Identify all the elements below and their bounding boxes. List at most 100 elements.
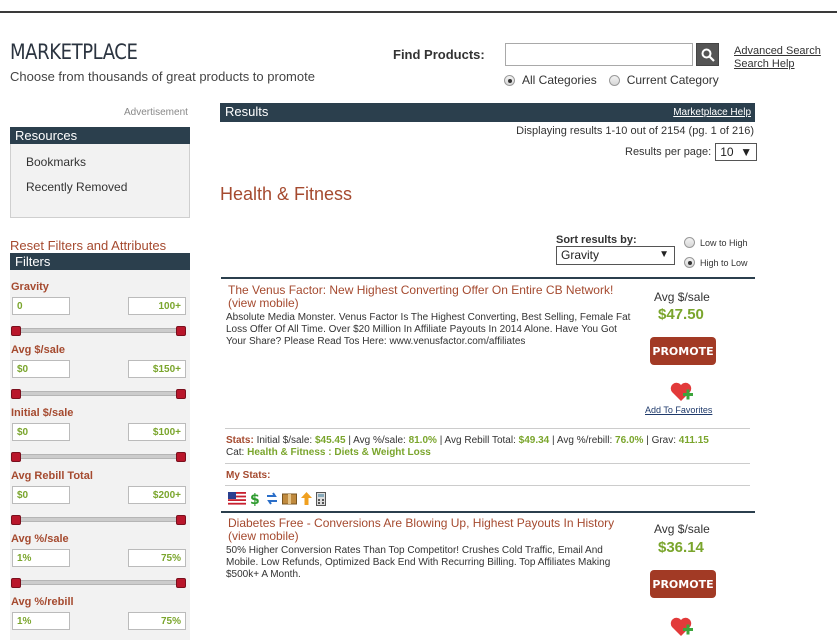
filter-rebill-total-slider[interactable]: [16, 517, 182, 522]
product-1-title[interactable]: The Venus Factor: New Highest Converting…: [228, 283, 613, 297]
stat-pct-rebill-label: Avg %/rebill:: [556, 435, 613, 446]
filter-avg-sale-max[interactable]: $150+: [128, 360, 186, 378]
promote-button[interactable]: PROMOTE: [650, 570, 716, 598]
stat-grav-label: Grav:: [651, 435, 677, 446]
filter-avg-sale-min[interactable]: $0: [12, 360, 70, 378]
filter-initial-sale-slider[interactable]: [16, 454, 182, 459]
sort-value: Gravity: [561, 248, 600, 262]
product-1-title-block: The Venus Factor: New Highest Converting…: [228, 284, 628, 310]
slider-handle-max[interactable]: [176, 515, 186, 525]
dollar-icon[interactable]: $: [249, 491, 262, 506]
calculator-icon[interactable]: [316, 491, 326, 506]
results-count: Displaying results 1-10 out of 2154 (pg.…: [516, 125, 754, 137]
add-favorite-icon[interactable]: [670, 381, 694, 403]
radio-all-label: All Categories: [522, 73, 597, 87]
stats-label: Stats:: [226, 435, 254, 446]
results-per-page: Results per page: 10 ▼: [625, 143, 758, 161]
stat-grav-value: 411.15: [678, 435, 709, 446]
refresh-icon[interactable]: [265, 491, 279, 506]
filter-label-avg-sale: Avg $/sale: [11, 344, 66, 356]
chevron-down-icon: ▼: [659, 249, 669, 260]
slider-handle-min[interactable]: [11, 389, 21, 399]
search-button[interactable]: [696, 43, 719, 66]
marketplace-help-link[interactable]: Marketplace Help: [673, 107, 751, 118]
promote-button[interactable]: PROMOTE: [650, 337, 716, 365]
slider-handle-max[interactable]: [176, 578, 186, 588]
sort-label: Sort results by:: [556, 234, 637, 246]
add-to-favorites-link[interactable]: Add To Favorites: [645, 405, 712, 415]
radio-current-category[interactable]: [608, 74, 620, 86]
filter-pct-rebill-min[interactable]: 1%: [12, 612, 70, 630]
stat-initial-label: Initial $/sale:: [256, 435, 313, 446]
filter-avg-sale-slider[interactable]: [16, 391, 182, 396]
filter-pct-sale-slider[interactable]: [16, 580, 182, 585]
product-2-title-block: Diabetes Free - Conversions Are Blowing …: [228, 517, 628, 543]
stat-rebill-label: Avg Rebill Total:: [444, 435, 516, 446]
advanced-search-link[interactable]: Advanced Search: [734, 45, 821, 58]
sort-low-to-high[interactable]: Low to High: [684, 237, 748, 248]
product-2-avg-label: Avg $/sale: [654, 522, 710, 536]
resource-recently-removed[interactable]: Recently Removed: [26, 180, 127, 194]
filter-label-avg-pct-sale: Avg %/sale: [11, 533, 69, 545]
low-to-high-label: Low to High: [700, 237, 748, 248]
search-help-link[interactable]: Search Help: [734, 58, 821, 71]
add-favorite-icon[interactable]: [670, 616, 694, 638]
sort-select[interactable]: Gravity ▼: [556, 246, 675, 265]
stat-cat-label: Cat:: [226, 447, 245, 458]
product-2-title[interactable]: Diabetes Free - Conversions Are Blowing …: [228, 516, 614, 530]
stat-avg-pct-value: 81.0%: [408, 435, 437, 446]
my-stats-label: My Stats:: [226, 470, 271, 481]
filters-header: Filters: [10, 253, 190, 270]
product-1-view-mobile[interactable]: (view mobile): [228, 296, 299, 310]
filter-label-initial-sale: Initial $/sale: [11, 407, 74, 419]
product-2-view-mobile[interactable]: (view mobile): [228, 529, 299, 543]
resources-panel: Bookmarks Recently Removed: [10, 144, 190, 218]
filter-rebill-total-min[interactable]: $0: [12, 486, 70, 504]
stat-category-link[interactable]: Health & Fitness : Diets & Weight Loss: [247, 447, 431, 458]
slider-handle-max[interactable]: [176, 452, 186, 462]
slider-handle-min[interactable]: [11, 326, 21, 336]
radio-all-categories[interactable]: [504, 74, 515, 86]
radio-current-label: Current Category: [626, 73, 719, 87]
reset-filters-link[interactable]: Reset Filters and Attributes: [10, 238, 166, 253]
slider-handle-min[interactable]: [11, 578, 21, 588]
package-icon[interactable]: [282, 492, 297, 505]
filter-pct-rebill-max[interactable]: 75%: [128, 612, 186, 630]
filter-initial-sale-max[interactable]: $100+: [128, 423, 186, 441]
slider-handle-min[interactable]: [11, 515, 21, 525]
results-per-page-select[interactable]: 10 ▼: [715, 143, 758, 161]
filter-gravity-slider[interactable]: [16, 328, 182, 333]
search-links: Advanced Search Search Help: [734, 45, 821, 71]
radio-low-to-high[interactable]: [684, 237, 695, 248]
search-icon: [701, 48, 715, 62]
resources-header: Resources: [10, 127, 190, 144]
filter-pct-sale-max[interactable]: 75%: [128, 549, 186, 567]
stats-divider: [225, 463, 750, 464]
resource-bookmarks[interactable]: Bookmarks: [26, 155, 86, 169]
radio-high-to-low[interactable]: [684, 257, 695, 268]
svg-text:$: $: [250, 492, 260, 506]
slider-handle-max[interactable]: [176, 326, 186, 336]
filter-pct-sale-min[interactable]: 1%: [12, 549, 70, 567]
slider-handle-max[interactable]: [176, 389, 186, 399]
filter-gravity-max[interactable]: 100+: [128, 297, 186, 315]
top-border: [0, 11, 837, 13]
product-1-description: Absolute Media Monster. Venus Factor Is …: [226, 312, 631, 347]
results-divider: [221, 277, 755, 279]
page-subtitle: Choose from thousands of great products …: [10, 69, 315, 84]
sort-high-to-low[interactable]: High to Low: [684, 257, 748, 268]
slider-handle-min[interactable]: [11, 452, 21, 462]
results-per-page-label: Results per page:: [625, 146, 712, 158]
filter-initial-sale-min[interactable]: $0: [12, 423, 70, 441]
filter-rebill-total-max[interactable]: $200+: [128, 486, 186, 504]
search-input[interactable]: [505, 43, 693, 66]
high-to-low-label: High to Low: [700, 257, 748, 268]
stat-avg-pct-label: Avg %/sale:: [353, 435, 406, 446]
us-flag-icon[interactable]: [228, 492, 246, 505]
arrow-up-icon[interactable]: [300, 491, 313, 506]
product-1-tools: $: [228, 491, 326, 506]
product-1-divider: [225, 428, 750, 429]
filter-gravity-min[interactable]: 0: [12, 297, 70, 315]
find-products-label: Find Products:: [393, 47, 485, 62]
category-title: Health & Fitness: [220, 184, 353, 204]
